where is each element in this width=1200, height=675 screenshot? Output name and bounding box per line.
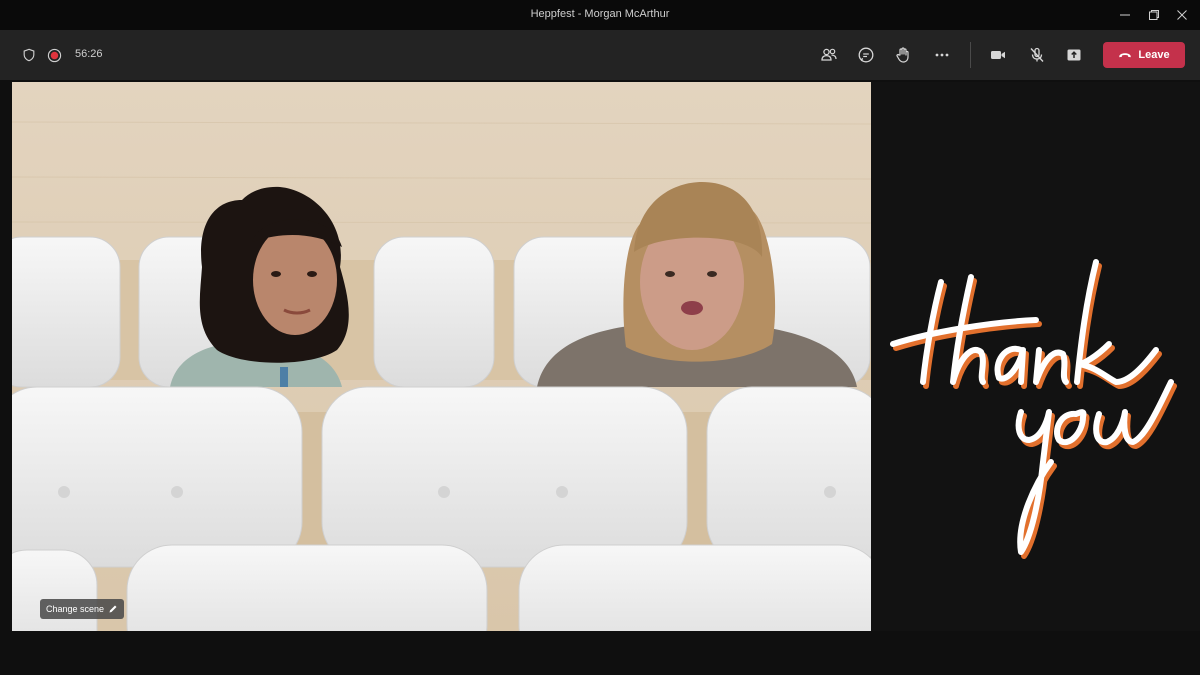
seat-front-2 xyxy=(126,544,488,631)
leave-label: Leave xyxy=(1138,49,1170,61)
seat-front-3 xyxy=(518,544,871,631)
seat-middle-1 xyxy=(12,386,303,568)
restore-icon[interactable] xyxy=(1143,5,1165,25)
share-icon xyxy=(1067,49,1081,61)
meeting-toolbar: 56:26 Leave xyxy=(0,30,1200,80)
seat-back-3 xyxy=(373,236,495,388)
camera-off-icon xyxy=(991,51,1005,59)
chat-button[interactable] xyxy=(853,43,879,67)
toolbar-divider xyxy=(970,42,971,68)
auditorium-background xyxy=(12,82,871,631)
change-scene-label: Change scene xyxy=(46,604,105,614)
shield-icon[interactable] xyxy=(21,47,37,63)
people-icon xyxy=(821,48,837,61)
seat-middle-2 xyxy=(321,386,688,568)
together-mode-scene: Change scene xyxy=(12,82,871,631)
close-icon[interactable] xyxy=(1171,5,1193,25)
meeting-timer: 56:26 xyxy=(75,48,103,60)
camera-button[interactable] xyxy=(985,43,1011,67)
share-button[interactable] xyxy=(1061,43,1087,67)
record-icon[interactable] xyxy=(46,47,62,63)
more-button[interactable] xyxy=(929,43,955,67)
raise-hand-icon xyxy=(896,47,909,63)
thank-you-artwork xyxy=(890,259,1177,559)
people-button[interactable] xyxy=(816,43,842,67)
phone-icon xyxy=(1119,53,1132,58)
minimize-icon[interactable] xyxy=(1114,5,1136,25)
seat-middle-3 xyxy=(706,386,871,568)
title-bar: Heppfest - Morgan McArthur xyxy=(0,0,1200,30)
mic-off-icon xyxy=(1030,47,1044,62)
leave-button[interactable]: Leave xyxy=(1103,42,1185,68)
chat-icon xyxy=(858,47,874,63)
meeting-stage: Change scene thank you xyxy=(0,80,1200,675)
more-icon xyxy=(935,53,949,57)
shared-content-panel: thank you xyxy=(871,82,1200,631)
seat-back-1 xyxy=(12,236,121,388)
pencil-icon xyxy=(109,605,117,613)
window-title: Heppfest - Morgan McArthur xyxy=(530,8,670,20)
mic-button[interactable] xyxy=(1024,43,1050,67)
change-scene-button[interactable]: Change scene xyxy=(40,599,125,619)
raise-hand-button[interactable] xyxy=(890,43,916,67)
